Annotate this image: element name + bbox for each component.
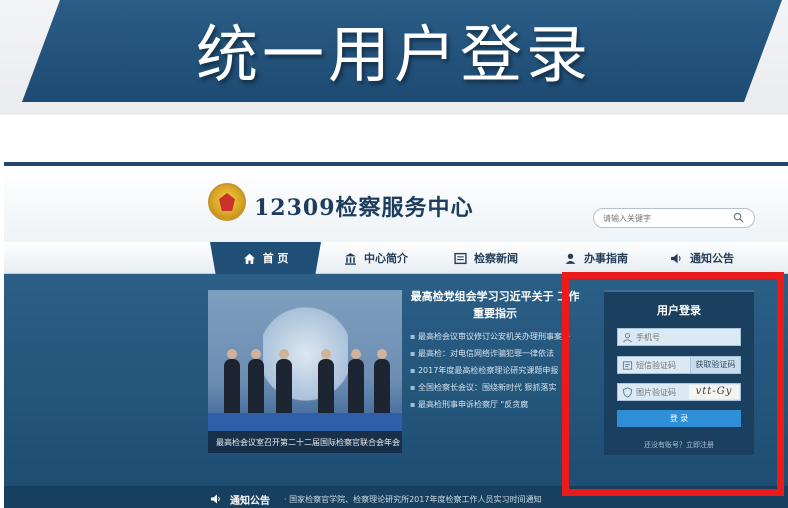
news-item[interactable]: 最高检会议审议修订公安机关办理刑事案件: [410, 328, 580, 345]
emblem-center-icon: [219, 193, 235, 211]
speaker-icon: [211, 494, 220, 504]
news-item[interactable]: 最高检刑事申诉检察厅 "反贪腐: [410, 396, 580, 413]
photo-person: [374, 349, 390, 415]
site-name: 12309检察服务中心: [254, 195, 474, 221]
nav-item-label: 办事指南: [584, 252, 628, 265]
news-panel: 最高检党组会学习习近平关于 工作重要指示 最高检会议审议修订公安机关办理刑事案件…: [410, 288, 580, 458]
photo-person: [276, 349, 292, 415]
notice-label: 通知公告: [230, 495, 270, 507]
nav-item-notices[interactable]: 通知公告: [670, 242, 734, 274]
nav-item-label: 中心简介: [364, 252, 408, 265]
home-icon: [243, 253, 255, 264]
news-headline[interactable]: 最高检党组会学习习近平关于 工作重要指示: [410, 288, 580, 322]
nav-item-home[interactable]: 首 页: [210, 242, 321, 274]
nav-item-label: 检察新闻: [474, 252, 518, 265]
nav-item-guide[interactable]: 办事指南: [564, 242, 628, 274]
login-highlight-frame: [562, 272, 784, 496]
main-nav: 首 页 中心简介 检察新闻 办事指南 通知公告: [4, 242, 788, 274]
nav-item-label: 首 页: [262, 252, 289, 265]
nav-item-news[interactable]: 检察新闻: [454, 242, 518, 274]
photo-caption: 最高检会议室召开第二十二届国际检察官联合会年会: [208, 431, 402, 453]
photo-person: [248, 349, 264, 415]
slide-title: 统一用户登录: [195, 18, 592, 91]
search-icon[interactable]: [733, 212, 744, 223]
news-list: 最高检会议审议修订公安机关办理刑事案件 最高检：对电信网络诈骗犯罪一律依法 20…: [410, 328, 580, 413]
featured-photo[interactable]: 最高检会议室召开第二十二届国际检察官联合会年会: [208, 290, 402, 453]
guide-icon: [565, 253, 576, 264]
photo-person: [348, 349, 364, 415]
photo-person: [318, 349, 334, 415]
news-item[interactable]: 最高检：对电信网络诈骗犯罪一律依法: [410, 345, 580, 362]
nav-item-label: 通知公告: [690, 252, 734, 265]
speaker-icon: [671, 253, 681, 263]
building-icon: [345, 252, 356, 265]
news-item[interactable]: 全国检察长会议：围绕新时代 狠抓落实: [410, 379, 580, 396]
search-input[interactable]: [603, 211, 727, 225]
procuratorate-emblem-icon: [208, 183, 246, 221]
site-header: 12309检察服务中心: [4, 166, 788, 242]
nav-item-about[interactable]: 中心简介: [344, 242, 408, 274]
news-icon: [454, 252, 467, 264]
photo-person: [224, 349, 240, 415]
photo-table: [208, 413, 402, 431]
notice-text[interactable]: · 国家检察官学院、检察理论研究所2017年度检察工作人员实习时间通知: [284, 494, 541, 505]
search-box[interactable]: [593, 208, 755, 228]
news-item[interactable]: 2017年度最高检检察理论研究课题申报: [410, 362, 580, 379]
